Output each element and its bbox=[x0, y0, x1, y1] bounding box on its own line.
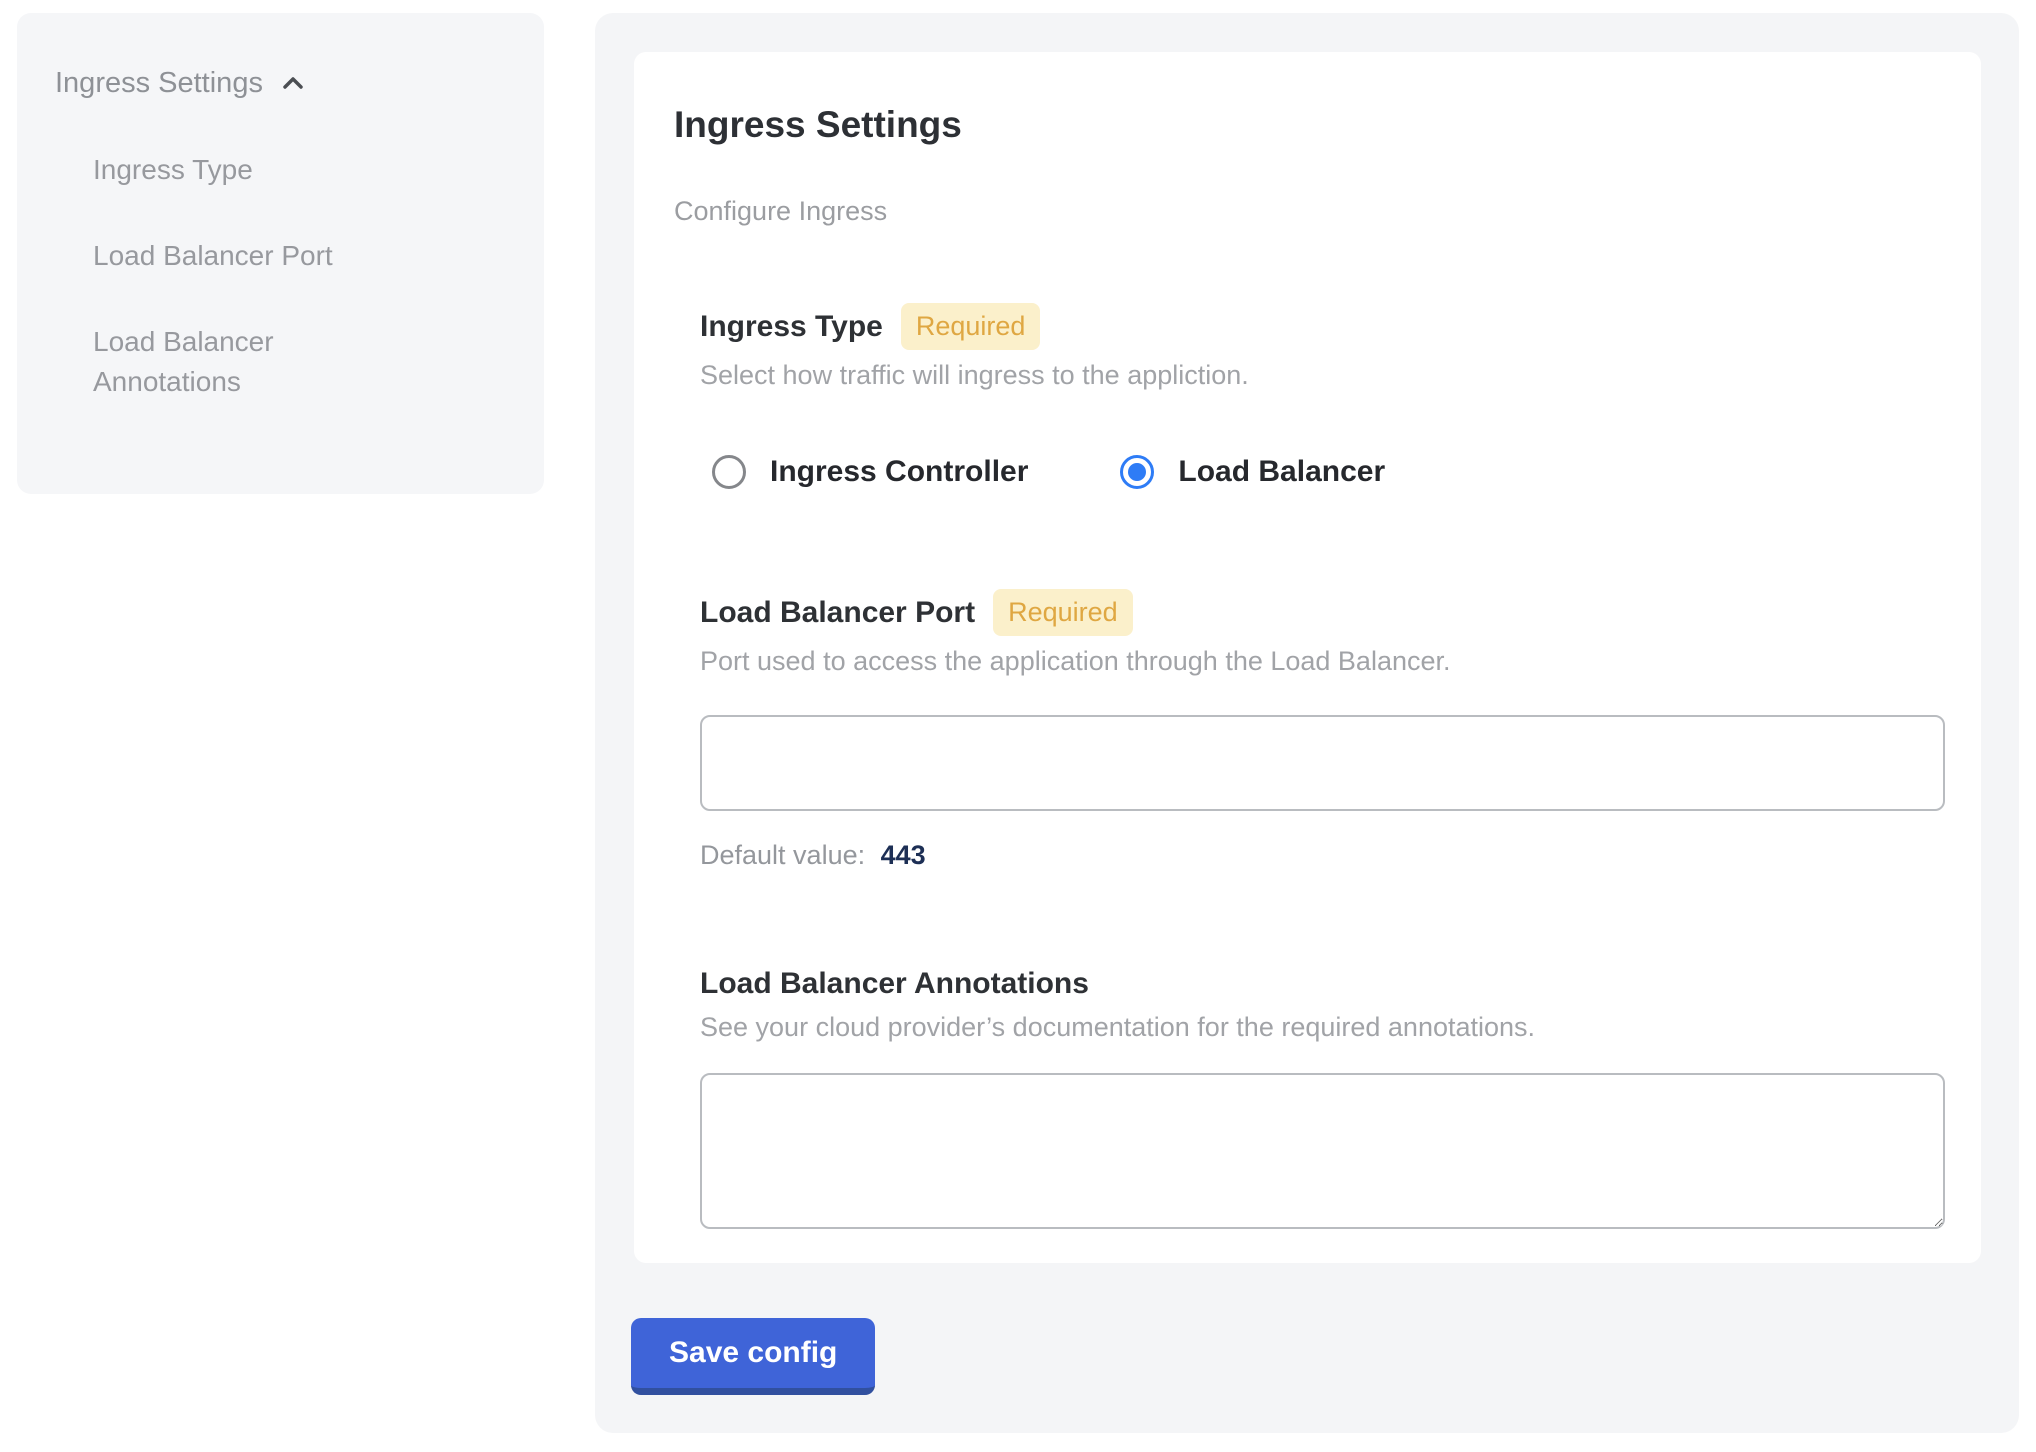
page: Ingress Settings Ingress Type Load Balan… bbox=[0, 0, 2036, 1452]
page-title: Ingress Settings bbox=[674, 103, 1945, 147]
radio-label-load-balancer: Load Balancer bbox=[1178, 455, 1385, 489]
load-balancer-port-input[interactable] bbox=[700, 715, 1945, 811]
sidebar-item-load-balancer-port[interactable]: Load Balancer Port bbox=[93, 236, 423, 276]
default-value-row: Default value: 443 bbox=[700, 839, 1945, 871]
sidebar-section-label: Ingress Settings bbox=[55, 66, 263, 100]
load-balancer-annotations-description: See your cloud provider’s documentation … bbox=[700, 1011, 1945, 1043]
required-badge: Required bbox=[993, 589, 1133, 636]
ingress-type-label: Ingress Type bbox=[700, 309, 883, 345]
chevron-up-icon[interactable] bbox=[277, 67, 309, 99]
radio-option-load-balancer[interactable]: Load Balancer bbox=[1120, 455, 1385, 489]
load-balancer-annotations-label: Load Balancer Annotations bbox=[700, 966, 1089, 1002]
save-config-button[interactable]: Save config bbox=[631, 1318, 875, 1395]
radio-option-ingress-controller[interactable]: Ingress Controller bbox=[712, 455, 1028, 489]
load-balancer-annotations-textarea[interactable] bbox=[700, 1073, 1945, 1229]
radio-icon[interactable] bbox=[712, 455, 746, 489]
page-subtitle: Configure Ingress bbox=[674, 195, 1945, 227]
radio-label-ingress-controller: Ingress Controller bbox=[770, 455, 1028, 489]
required-badge: Required bbox=[901, 303, 1041, 350]
sidebar-item-load-balancer-annotations[interactable]: Load Balancer Annotations bbox=[93, 322, 423, 402]
default-value-label: Default value: bbox=[700, 840, 865, 870]
settings-panel: Ingress Settings Configure Ingress Ingre… bbox=[595, 13, 2019, 1433]
load-balancer-port-description: Port used to access the application thro… bbox=[700, 645, 1945, 677]
section-ingress-type: Ingress Type Required Select how traffic… bbox=[700, 303, 1945, 489]
section-load-balancer-port: Load Balancer Port Required Port used to… bbox=[700, 589, 1945, 871]
sidebar-section-ingress-settings[interactable]: Ingress Settings bbox=[55, 66, 514, 100]
default-value: 443 bbox=[881, 840, 926, 870]
sidebar-items: Ingress Type Load Balancer Port Load Bal… bbox=[93, 150, 514, 402]
settings-sidebar: Ingress Settings Ingress Type Load Balan… bbox=[17, 13, 544, 494]
ingress-type-description: Select how traffic will ingress to the a… bbox=[700, 359, 1945, 391]
load-balancer-port-label: Load Balancer Port bbox=[700, 595, 975, 631]
section-load-balancer-annotations: Load Balancer Annotations See your cloud… bbox=[700, 966, 1945, 1229]
ingress-type-options: Ingress Controller Load Balancer bbox=[700, 455, 1945, 489]
ingress-settings-card: Ingress Settings Configure Ingress Ingre… bbox=[634, 52, 1981, 1263]
radio-icon[interactable] bbox=[1120, 455, 1154, 489]
sidebar-item-ingress-type[interactable]: Ingress Type bbox=[93, 150, 423, 190]
